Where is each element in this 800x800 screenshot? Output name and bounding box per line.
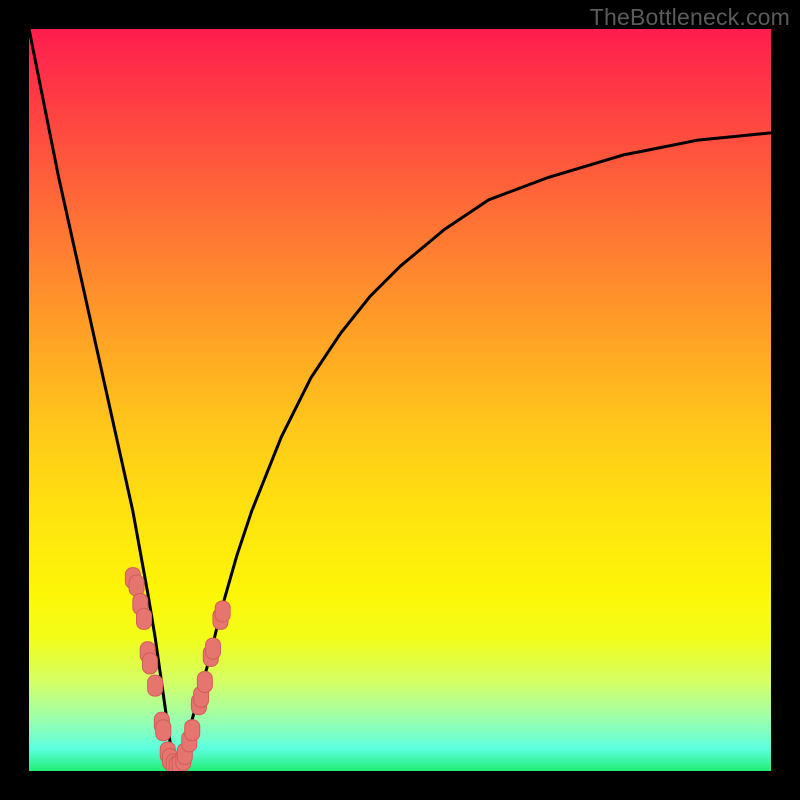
chart-frame: TheBottleneck.com xyxy=(0,0,800,800)
bottleneck-curve xyxy=(29,29,771,771)
data-markers xyxy=(125,568,230,771)
data-marker xyxy=(142,653,157,674)
chart-svg xyxy=(29,29,771,771)
data-marker xyxy=(206,638,221,659)
data-marker xyxy=(215,601,230,622)
data-marker xyxy=(185,720,200,741)
data-marker xyxy=(137,608,152,629)
data-marker xyxy=(129,575,144,596)
data-marker xyxy=(197,671,212,692)
chart-plot-area xyxy=(29,29,771,771)
data-marker xyxy=(148,675,163,696)
watermark-text: TheBottleneck.com xyxy=(590,4,790,31)
data-marker xyxy=(156,720,171,741)
